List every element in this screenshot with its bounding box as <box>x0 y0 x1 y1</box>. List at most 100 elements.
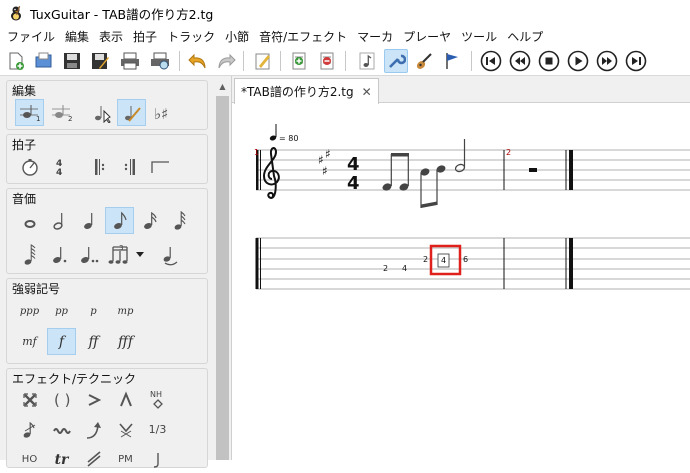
menu-help[interactable]: ヘルプ <box>502 28 548 45</box>
sixteenth-note-icon <box>143 211 157 229</box>
palette-scrollbar-thumb[interactable] <box>216 96 229 460</box>
undo-button[interactable] <box>186 49 210 73</box>
dynamic-ff-button[interactable]: ff <box>79 328 108 355</box>
dynamic-p-button[interactable]: p <box>79 298 108 325</box>
double-dotted-button[interactable] <box>75 241 104 268</box>
menu-marker[interactable]: マーカ <box>352 28 398 45</box>
print-button[interactable] <box>118 49 142 73</box>
open-file-button[interactable] <box>32 49 56 73</box>
new-file-icon <box>9 52 24 70</box>
tab-fret-2: 4 <box>402 264 407 273</box>
effects-group: エフェクト/テクニック ( ) NH 1/3 HO tr PM <box>6 368 208 468</box>
previous-button[interactable] <box>508 49 532 73</box>
add-track-button[interactable] <box>287 49 311 73</box>
menu-file[interactable]: ファイル <box>2 28 60 45</box>
print-preview-button[interactable] <box>148 49 172 73</box>
measure-number-2: 2 <box>506 148 511 157</box>
play-button[interactable] <box>566 49 590 73</box>
accent-button[interactable] <box>79 386 108 413</box>
window-title: TuxGuitar - TAB譜の作り方2.tg <box>30 6 214 22</box>
bend-button[interactable] <box>79 416 108 443</box>
natural-harmonic-button[interactable]: NH <box>143 386 172 413</box>
tempo-value: = 80 <box>279 134 298 143</box>
eighth-note-button[interactable] <box>105 207 134 234</box>
tie-button[interactable] <box>155 241 184 268</box>
whole-note-button[interactable] <box>15 207 44 234</box>
note-group-2[interactable] <box>420 164 447 208</box>
toolbar-separator <box>280 51 281 71</box>
note-group-1[interactable] <box>382 153 410 192</box>
quarter-note-button[interactable] <box>75 207 104 234</box>
dynamic-fff-button[interactable]: fff <box>111 328 140 355</box>
tab-fret-3: 2 <box>423 255 428 264</box>
menu-edit[interactable]: 編集 <box>60 28 94 45</box>
edit-note-mode-button[interactable] <box>117 99 146 126</box>
menu-view[interactable]: 表示 <box>94 28 128 45</box>
svg-text:2: 2 <box>68 115 72 123</box>
menu-tools[interactable]: ツール <box>456 28 502 45</box>
accent-icon <box>88 393 101 406</box>
scroll-up-arrow-icon[interactable]: ▲ <box>214 78 231 94</box>
new-file-button[interactable] <box>4 49 28 73</box>
fretboard-button[interactable] <box>355 49 379 73</box>
save-as-button[interactable] <box>88 49 112 73</box>
sixty-fourth-note-button[interactable] <box>15 241 44 268</box>
dotted-button[interactable] <box>45 241 74 268</box>
sixteenth-note-button[interactable] <box>135 207 164 234</box>
dynamic-pp-button[interactable]: pp <box>47 298 76 325</box>
vibrato-button[interactable] <box>47 416 76 443</box>
alternative-ending-button[interactable] <box>145 153 174 180</box>
time-signature-group-title: 拍子 <box>12 138 37 152</box>
marker-button[interactable] <box>440 49 464 73</box>
svg-text:( ): ( ) <box>54 391 70 409</box>
heavy-accent-button[interactable] <box>111 386 140 413</box>
dead-note-button[interactable] <box>15 386 44 413</box>
close-icon[interactable]: ✕ <box>362 85 372 99</box>
first-measure-button[interactable] <box>479 49 503 73</box>
tuplet-one-third-button[interactable]: 1/3 <box>143 416 172 443</box>
menu-track[interactable]: トラック <box>162 28 220 45</box>
guitar-settings-button[interactable] <box>412 49 436 73</box>
dynamic-mp-button[interactable]: mp <box>111 298 140 325</box>
time-signature-button[interactable]: 44 <box>45 153 74 180</box>
document-tab-label: *TAB譜の作り方2.tg <box>241 85 354 99</box>
save-button[interactable] <box>60 49 84 73</box>
redo-button[interactable] <box>214 49 238 73</box>
dynamic-ppp-button[interactable]: ppp <box>15 298 44 325</box>
half-note-button[interactable] <box>45 207 74 234</box>
thirty-second-note-button[interactable] <box>165 207 194 234</box>
flag-icon <box>446 53 458 69</box>
tab-end-barline-thick <box>569 238 573 289</box>
select-mode-button[interactable] <box>87 99 116 126</box>
document-tab[interactable]: *TAB譜の作り方2.tg ✕ <box>234 78 379 104</box>
half-note[interactable] <box>454 139 466 173</box>
tab-fret-4: 4 <box>441 256 446 265</box>
undo-arrow-icon <box>188 53 206 69</box>
tab-numbers: 2 4 2 4 6 <box>383 253 468 273</box>
voice-1-button[interactable]: 1 <box>15 99 44 126</box>
repeat-open-button[interactable] <box>85 153 114 180</box>
stop-button[interactable] <box>537 49 561 73</box>
accidental-mode-button[interactable]: ♭♯ <box>149 99 178 126</box>
menu-note-effect[interactable]: 音符/エフェクト <box>254 28 352 45</box>
tremolo-bar-button[interactable] <box>111 416 140 443</box>
repeat-open-icon <box>94 158 104 175</box>
voice-2-button[interactable]: 2 <box>47 99 76 126</box>
grace-note-button[interactable] <box>15 416 44 443</box>
last-measure-button[interactable] <box>624 49 648 73</box>
dynamic-f-button[interactable]: f <box>47 328 76 355</box>
score-canvas[interactable]: 1 2 = 80 ♯ ♯ ♯ 4 4 2 4 2 4 6 <box>232 104 690 460</box>
repeat-close-button[interactable] <box>115 153 144 180</box>
tuplet-dropdown-button[interactable]: 3 <box>105 241 147 268</box>
edit-mode-button[interactable] <box>251 49 275 73</box>
tools-button[interactable] <box>384 49 408 73</box>
ghost-note-button[interactable]: ( ) <box>47 386 76 413</box>
thirty-second-note-icon <box>174 210 185 230</box>
remove-track-button[interactable] <box>315 49 339 73</box>
menu-composition[interactable]: 拍子 <box>128 28 162 45</box>
menu-measure[interactable]: 小節 <box>220 28 254 45</box>
next-button[interactable] <box>595 49 619 73</box>
menu-player[interactable]: プレーヤ <box>398 28 456 45</box>
dynamic-mf-button[interactable]: mf <box>15 328 44 355</box>
tempo-button[interactable] <box>15 153 44 180</box>
